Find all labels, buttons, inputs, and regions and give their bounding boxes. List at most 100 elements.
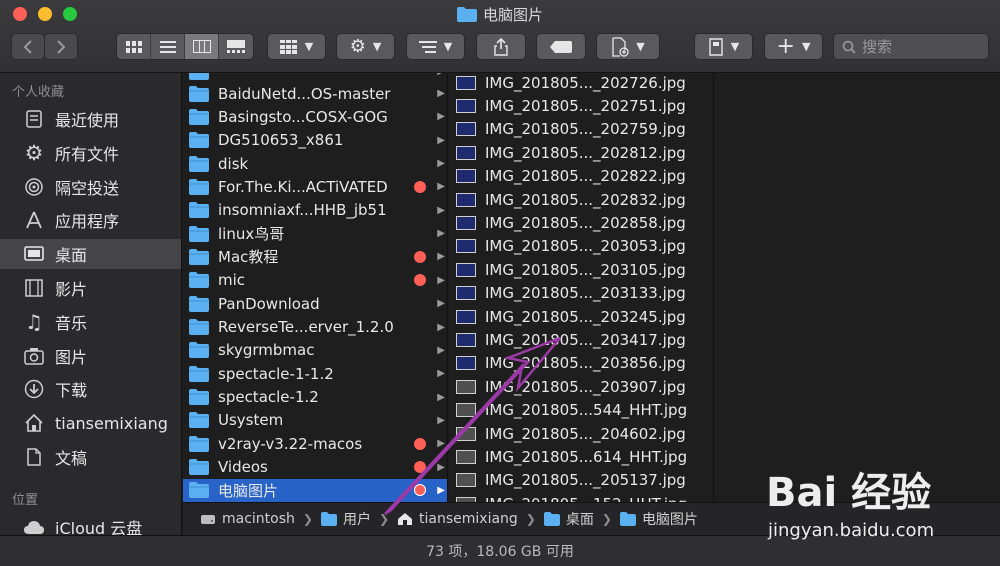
folder-row[interactable]: Usystem ▶ (183, 409, 447, 432)
folder-name: spectacle-1-1.2 (218, 364, 334, 383)
sidebar-item[interactable]: 文稿 (0, 442, 181, 472)
window-title: 电脑图片 (0, 4, 1000, 25)
chevron-right-icon: ▶ (437, 391, 445, 403)
folder-row[interactable]: skygrmbmac ▶ (183, 339, 447, 362)
folder-name: PanDownload (218, 294, 320, 313)
list-icon (159, 40, 176, 53)
file-row[interactable]: IMG_201805..._203907.jpg (449, 375, 713, 398)
image-thumbnail-icon (456, 169, 476, 184)
folder-icon (189, 412, 209, 429)
folder-row[interactable]: spectacle-1-1.2 ▶ (183, 362, 447, 385)
breadcrumb-item[interactable]: 桌面 (543, 509, 594, 529)
red-tag-icon (414, 180, 426, 193)
breadcrumb-item[interactable]: 电脑图片 (619, 509, 698, 529)
folder-row[interactable]: insomniaxf...HHB_jb51 ▶ (183, 199, 447, 222)
gallery-view-button[interactable] (219, 34, 253, 59)
sidebar-item[interactable]: 影片 (0, 273, 181, 303)
folder-row[interactable]: disk ▶ (183, 152, 447, 175)
sidebar-item-label: iCloud 云盘 (55, 519, 143, 535)
column-view-button[interactable] (185, 34, 219, 59)
file-row[interactable]: IMG_201805..._203105.jpg (449, 258, 713, 281)
home-icon (398, 513, 413, 525)
sidebar-item[interactable]: 图片 (0, 341, 181, 371)
chevron-down-icon: ▼ (443, 40, 453, 53)
chevron-right-icon: ❯ (601, 512, 612, 526)
folder-row[interactable]: mic ▶ (183, 269, 447, 292)
archive-button[interactable]: ▼ (694, 33, 753, 60)
movies-icon (23, 277, 45, 299)
file-row[interactable]: IMG_201805...544_HHT.jpg (449, 399, 713, 422)
sidebar-item[interactable]: 最近使用 (0, 104, 181, 134)
image-thumbnail-icon (456, 332, 476, 347)
view-mode-selector (116, 33, 254, 60)
sidebar-item[interactable]: 应用程序 (0, 205, 181, 235)
image-thumbnail-icon (456, 192, 476, 207)
file-row[interactable]: IMG_201805..._202858.jpg (449, 211, 713, 234)
sidebar-item[interactable]: 桌面 (0, 239, 181, 270)
file-row[interactable]: IMG_201805..._202759.jpg (449, 118, 713, 141)
sidebar-item[interactable]: iCloud 云盘 (0, 512, 181, 535)
folder-row[interactable]: PanDownload ▶ (183, 292, 447, 315)
action-menu-button[interactable]: ⚙ ▼ (336, 33, 395, 60)
folder-name: linux鸟哥 (218, 225, 285, 244)
file-row[interactable]: IMG_201805..._202726.jpg (449, 73, 713, 94)
arrange-button[interactable]: ▼ (406, 33, 465, 60)
file-row[interactable]: IMG_201805...614_HHT.jpg (449, 445, 713, 468)
sidebar-item[interactable]: ♫ 音乐 (0, 307, 181, 337)
file-row[interactable]: IMG_201805..._202751.jpg (449, 94, 713, 117)
folder-row[interactable]: v2ray-v3.22-macos ▶ (183, 432, 447, 455)
breadcrumb-item[interactable]: 用户 (320, 509, 371, 529)
folder-row[interactable]: Videos ▶ (183, 456, 447, 479)
image-thumbnail-icon (456, 239, 476, 254)
icon-view-button[interactable] (117, 34, 151, 59)
folder-row[interactable]: linux鸟哥 ▶ (183, 222, 447, 245)
file-row[interactable]: IMG_201805..._202832.jpg (449, 188, 713, 211)
file-name: IMG_201805..._202759.jpg (485, 120, 686, 139)
folder-row[interactable]: Basingsto...COSX-GOG ▶ (183, 105, 447, 128)
folder-row[interactable]: Mac教程 ▶ (183, 245, 447, 268)
status-text: 73 项，18.06 GB 可用 (426, 544, 574, 560)
folder-row[interactable]: ReverseTe...erver_1.2.0 ▶ (183, 316, 447, 339)
file-row[interactable]: IMG_201805..._203133.jpg (449, 282, 713, 305)
group-by-button[interactable]: ▼ (267, 33, 326, 60)
breadcrumb-item[interactable]: tiansemixiang (397, 511, 518, 527)
share-button[interactable] (476, 33, 526, 60)
add-button[interactable]: + ▼ (764, 33, 823, 60)
gear-icon: ⚙ (349, 36, 366, 57)
file-row[interactable]: IMG_201805..._202812.jpg (449, 141, 713, 164)
sidebar-item[interactable]: ⚙ 所有文件 (0, 138, 181, 168)
list-view-button[interactable] (151, 34, 185, 59)
baidu-watermark: Bai 经验 jingyan.baidu.com (760, 460, 1000, 546)
file-row[interactable]: IMG_201805..._203053.jpg (449, 235, 713, 258)
tags-button[interactable] (536, 33, 586, 60)
file-row[interactable]: IMG_201805..._203856.jpg (449, 352, 713, 375)
folder-name: DG510653_x861 (218, 131, 344, 150)
file-row[interactable]: IMG_201805..._203417.jpg (449, 328, 713, 351)
forward-button[interactable] (44, 33, 78, 60)
file-row[interactable]: IMG_201805..._203245.jpg (449, 305, 713, 328)
file-row[interactable]: IMG_201805..._205137.jpg (449, 469, 713, 492)
new-document-button[interactable]: ▼ (596, 33, 660, 60)
file-row[interactable]: IMG_201805...152_HHT.jpg (449, 492, 713, 502)
chevron-left-icon (23, 39, 32, 54)
tag-icon (550, 40, 572, 53)
folder-icon (189, 482, 209, 499)
file-name: IMG_201805..._205137.jpg (485, 471, 686, 490)
folder-row[interactable]: DG510653_x861 ▶ (183, 129, 447, 152)
folder-row[interactable]: 电脑图片 ▶ (183, 478, 447, 502)
folder-name: Videos (218, 458, 268, 477)
back-button[interactable] (11, 33, 45, 60)
group-grid-icon (279, 39, 297, 54)
file-row[interactable]: IMG_201805..._204602.jpg (449, 422, 713, 445)
folder-row[interactable]: BaiduNetd...OS-master ▶ (183, 82, 447, 105)
breadcrumb-item[interactable]: macintosh (200, 511, 295, 527)
folder-icon (189, 202, 209, 219)
sidebar-item[interactable]: 下载 (0, 374, 181, 404)
sidebar-item[interactable]: tiansemixiang (0, 408, 181, 438)
file-row[interactable]: IMG_201805..._202822.jpg (449, 165, 713, 188)
folder-icon (189, 132, 209, 149)
search-field[interactable]: 搜索 (833, 33, 989, 60)
folder-row[interactable]: spectacle-1.2 ▶ (183, 386, 447, 409)
sidebar-item[interactable]: 隔空投送 (0, 172, 181, 202)
folder-row[interactable]: For.The.Ki...ACTiVATED ▶ (183, 175, 447, 198)
